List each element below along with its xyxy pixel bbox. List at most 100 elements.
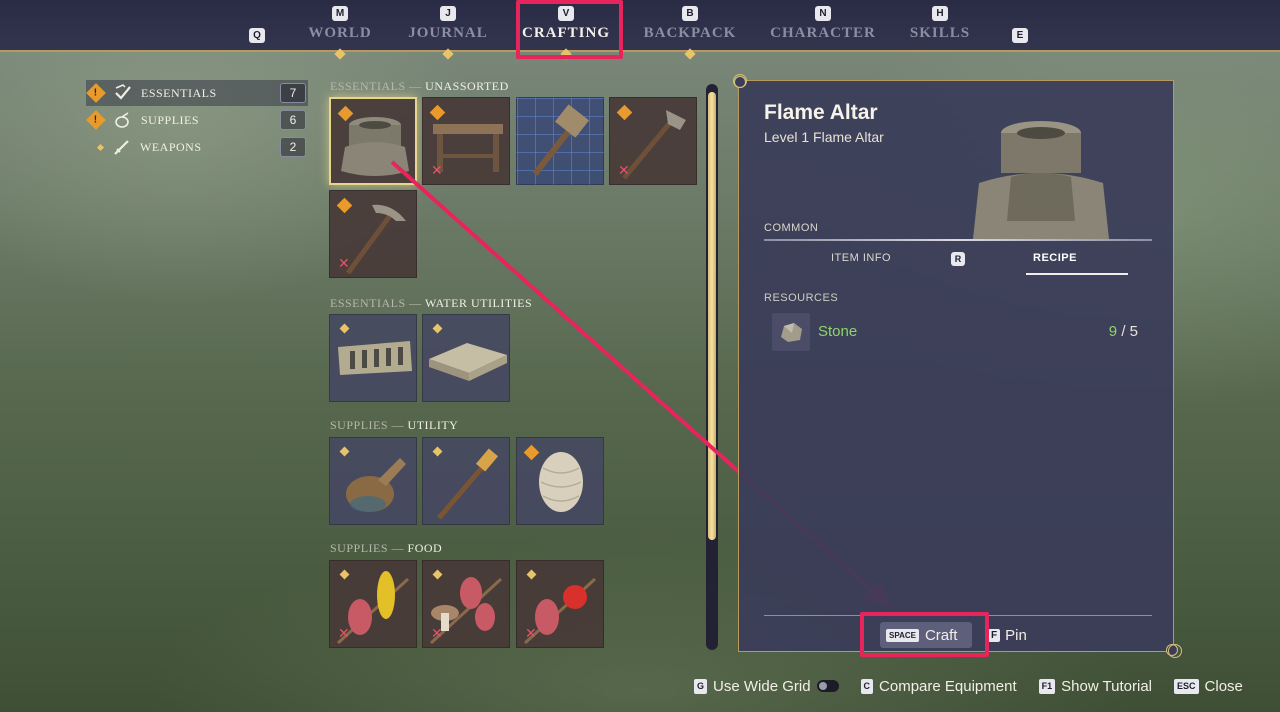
tab-journal[interactable]: J JOURNAL bbox=[406, 0, 490, 60]
nav-next-key[interactable]: E bbox=[1012, 28, 1028, 43]
item-slot-flame-altar[interactable] bbox=[329, 97, 417, 185]
divider bbox=[764, 239, 1152, 241]
panel-corner-ornament-icon bbox=[733, 74, 747, 88]
cannot-craft-icon: ✕ bbox=[338, 626, 350, 642]
cannot-craft-icon: ✕ bbox=[431, 626, 443, 642]
crafting-tab-highlight bbox=[516, 0, 623, 59]
hint-close[interactable]: ESC Close bbox=[1174, 678, 1243, 695]
wide-grid-toggle[interactable] bbox=[816, 680, 839, 692]
item-slot-meat-mushroom-skewer[interactable]: ✕ bbox=[422, 560, 510, 648]
item-slot-meat-corn-skewer[interactable]: ✕ bbox=[329, 560, 417, 648]
hint-label: Close bbox=[1204, 677, 1243, 695]
category-count-dropdown[interactable]: 7 bbox=[280, 83, 306, 103]
resource-row: Stone 9 / 5 bbox=[772, 313, 1140, 351]
category-weapons[interactable]: WEAPONS 2 bbox=[86, 134, 308, 160]
hint-wide-grid[interactable]: G Use Wide Grid bbox=[694, 678, 839, 695]
item-slot-waterskin[interactable] bbox=[329, 437, 417, 525]
pin-button[interactable]: F Pin bbox=[988, 627, 1027, 644]
item-slot-water-trough[interactable] bbox=[329, 314, 417, 402]
hint-key: G bbox=[694, 678, 708, 694]
hammer-icon bbox=[532, 104, 590, 176]
pin-label: Pin bbox=[1005, 627, 1027, 644]
craft-button-highlight bbox=[860, 612, 989, 657]
item-detail-panel: Flame Altar Level 1 Flame Altar COMMON I… bbox=[734, 76, 1178, 656]
resource-name: Stone bbox=[818, 323, 858, 340]
tab-world[interactable]: M WORLD bbox=[304, 0, 376, 60]
item-subtitle: Level 1 Flame Altar bbox=[764, 129, 884, 145]
hint-show-tutorial[interactable]: F1 Show Tutorial bbox=[1038, 677, 1153, 695]
tab-character-key: N bbox=[815, 6, 831, 21]
nav-prev-key[interactable]: Q bbox=[249, 28, 265, 43]
section-prefix: SUPPLIES — bbox=[330, 541, 405, 555]
hint-label: Use Wide Grid bbox=[713, 677, 811, 695]
tab-character-label: CHARACTER bbox=[770, 25, 876, 41]
hint-compare-equipment[interactable]: C Compare Equipment bbox=[860, 677, 1017, 695]
tab-journal-label: JOURNAL bbox=[408, 25, 488, 41]
cannot-craft-icon: ✕ bbox=[338, 256, 350, 272]
tab-world-label: WORLD bbox=[308, 25, 372, 41]
section-supplies-utility: SUPPLIES — UTILITY bbox=[330, 418, 458, 433]
tab-character[interactable]: N CHARACTER bbox=[770, 0, 876, 52]
tab-item-info[interactable]: ITEM INFO bbox=[831, 252, 891, 264]
section-supplies-food: SUPPLIES — FOOD bbox=[330, 541, 442, 556]
section-prefix: ESSENTIALS — bbox=[330, 79, 422, 93]
panel-corner-ornament-icon bbox=[1168, 644, 1182, 658]
item-title: Flame Altar bbox=[764, 101, 878, 124]
tab-world-key: M bbox=[332, 6, 348, 21]
item-slot-pickaxe[interactable]: ✕ bbox=[329, 190, 417, 278]
category-supplies[interactable]: ! SUPPLIES 6 bbox=[86, 107, 308, 133]
cannot-craft-icon: ✕ bbox=[525, 626, 537, 642]
category-label: SUPPLIES bbox=[141, 112, 200, 127]
tab-skills-label: SKILLS bbox=[909, 25, 971, 41]
resource-count: 9 / 5 bbox=[1108, 323, 1138, 340]
item-slot-water-basin[interactable] bbox=[422, 314, 510, 402]
section-essentials-water: ESSENTIALS — WATER UTILITIES bbox=[330, 296, 532, 311]
section-essentials-unassorted: ESSENTIALS — UNASSORTED bbox=[330, 79, 509, 94]
item-slot-hammer[interactable] bbox=[516, 97, 604, 185]
tab-skills[interactable]: H SKILLS bbox=[906, 0, 974, 52]
category-count-dropdown[interactable]: 2 bbox=[280, 137, 306, 157]
item-slot-workbench[interactable]: ✕ bbox=[422, 97, 510, 185]
hint-label: Compare Equipment bbox=[879, 677, 1017, 695]
detail-tabs: ITEM INFO R RECIPE bbox=[764, 245, 1152, 275]
section-name: WATER UTILITIES bbox=[424, 296, 533, 310]
section-prefix: ESSENTIALS — bbox=[330, 296, 422, 310]
switch-tab-key[interactable]: R bbox=[951, 252, 965, 266]
item-slot-axe[interactable]: ✕ bbox=[609, 97, 697, 185]
active-tab-underline bbox=[1026, 273, 1128, 275]
item-slot-meat-tomato-skewer[interactable]: ✕ bbox=[516, 560, 604, 648]
hint-key: ESC bbox=[1174, 678, 1199, 694]
alert-icon: ! bbox=[86, 110, 106, 130]
marker-dot-icon bbox=[96, 143, 105, 151]
hint-label: Show Tutorial bbox=[1061, 677, 1153, 695]
category-essentials[interactable]: ! ESSENTIALS 7 bbox=[86, 80, 308, 106]
section-name: FOOD bbox=[407, 541, 443, 555]
pouch-icon bbox=[113, 110, 133, 130]
tab-skills-key: H bbox=[932, 6, 948, 21]
tab-world-marker-icon bbox=[334, 48, 346, 60]
resources-heading: RESOURCES bbox=[764, 292, 839, 304]
category-label: WEAPONS bbox=[140, 139, 202, 154]
tab-recipe[interactable]: RECIPE bbox=[1033, 252, 1077, 264]
alert-icon: ! bbox=[86, 83, 106, 103]
tab-backpack-key: B bbox=[682, 6, 698, 21]
item-slot-torch[interactable] bbox=[422, 437, 510, 525]
hint-key: F1 bbox=[1038, 678, 1056, 694]
item-preview-image bbox=[973, 121, 1109, 239]
tab-journal-marker-icon bbox=[442, 48, 454, 60]
tab-backpack-label: BACKPACK bbox=[643, 25, 737, 41]
item-slot-twine[interactable] bbox=[516, 437, 604, 525]
tab-backpack[interactable]: B BACKPACK bbox=[642, 0, 738, 60]
cannot-craft-icon: ✕ bbox=[618, 163, 630, 179]
category-label: ESSENTIALS bbox=[141, 85, 217, 100]
control-hints-bar: G Use Wide Grid C Compare Equipment F1 S… bbox=[694, 676, 1243, 696]
category-count-dropdown[interactable]: 6 bbox=[280, 110, 306, 130]
pin-key: F bbox=[988, 629, 1001, 642]
item-list-scroll-thumb[interactable] bbox=[708, 92, 716, 540]
section-name: UTILITY bbox=[407, 418, 459, 432]
section-name: UNASSORTED bbox=[425, 79, 509, 93]
top-nav-bar: Q M WORLD J JOURNAL V CRAFTING B BACKPAC… bbox=[0, 0, 1280, 60]
checkmark-crest-icon bbox=[113, 83, 133, 103]
stone-icon bbox=[772, 313, 810, 351]
item-rarity: COMMON bbox=[764, 222, 819, 234]
